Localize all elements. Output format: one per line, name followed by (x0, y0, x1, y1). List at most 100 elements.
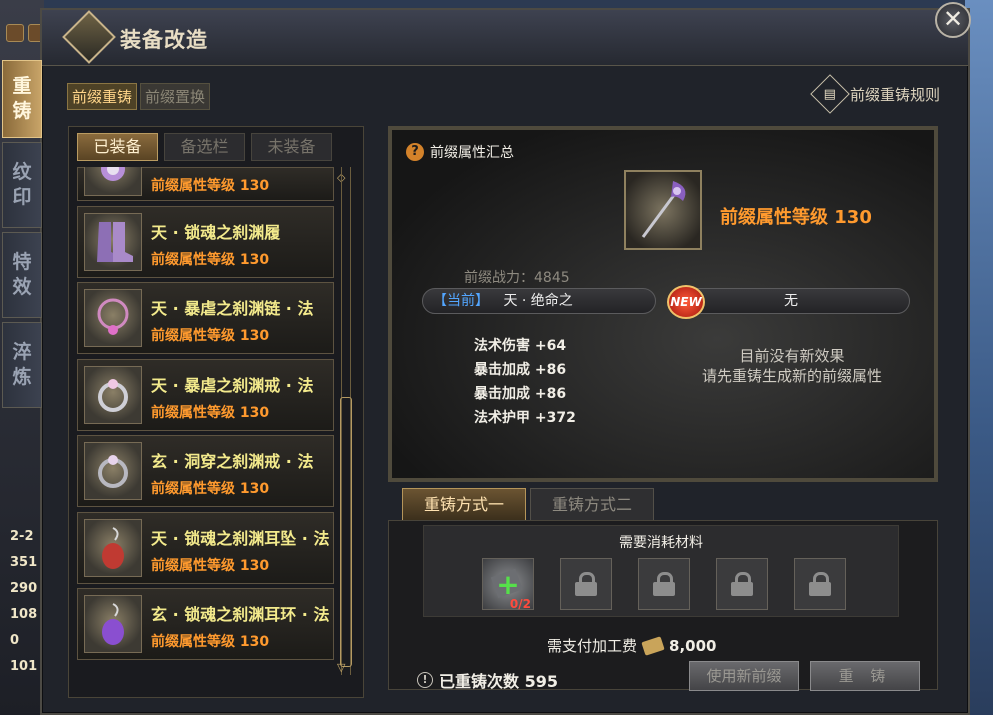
reforge-button[interactable]: 重 铸 (810, 661, 920, 691)
necklace-icon (84, 289, 142, 347)
side-tab-temper[interactable]: 淬炼 (2, 322, 42, 408)
boots-icon (84, 212, 142, 271)
hud-stat: 101 (10, 659, 38, 674)
earring-icon (84, 518, 142, 577)
hud-icon[interactable] (6, 24, 24, 42)
side-tab-label: 铸 (12, 100, 32, 122)
locked-slot[interactable] (794, 558, 846, 610)
current-prefix-value: 天 · 绝命之 (503, 293, 573, 309)
lock-icon (653, 572, 675, 596)
tab-backup[interactable]: 备选栏 (164, 133, 245, 161)
material-title: 需要消耗材料 (619, 535, 703, 551)
lock-icon (731, 572, 753, 596)
material-panel: 需要消耗材料 + 0/2 需支付加工费 8,000 ! 已重铸次数 595 使用… (388, 520, 938, 692)
scroll-down-icon[interactable]: ▽ (337, 661, 345, 674)
locked-slot[interactable] (716, 558, 768, 610)
side-tab-effect[interactable]: 特效 (2, 232, 42, 318)
tab-prefix-swap[interactable]: 前缀置换 (140, 83, 211, 110)
tab-unequipped[interactable]: 未装备 (251, 133, 332, 161)
list-scrollbar[interactable] (340, 167, 352, 675)
side-tab-label: 特 (12, 251, 32, 273)
list-item[interactable]: 前缀属性等级 130 (77, 167, 334, 201)
list-item[interactable]: 玄 · 锁魂之刹渊耳环 · 法 前缀属性等级 130 (77, 588, 334, 660)
locked-slot[interactable] (638, 558, 690, 610)
ring-icon (84, 365, 142, 424)
tab-method-two[interactable]: 重铸方式二 (530, 488, 654, 522)
prefix-power: 前缀战力：4845 (464, 270, 570, 286)
current-prefix-stats: 法术伤害 +64 暴击加成 +86 暴击加成 +86 法术护甲 +372 (474, 334, 576, 430)
item-name: 玄 · 锁魂之刹渊耳环 · 法 (151, 605, 330, 624)
side-tab-label: 印 (12, 186, 32, 208)
tab-equipped[interactable]: 已装备 (77, 133, 158, 161)
new-prefix-bar: NEW 无 (667, 285, 910, 319)
summary-title: 前缀属性汇总 (430, 145, 514, 161)
side-tab-label: 纹 (12, 161, 32, 183)
ring-icon (84, 442, 142, 500)
reforge-rules-link[interactable]: ▤ 前缀重铸规则 (810, 74, 940, 114)
close-button[interactable]: ✕ (935, 2, 971, 38)
reforge-count-text: 已重铸次数 595 (439, 672, 558, 691)
processing-fee: 需支付加工费 8,000 (547, 635, 716, 656)
item-level: 前缀属性等级 130 (151, 251, 270, 268)
no-new-effect-message: 目前没有新效果 请先重铸生成新的前缀属性 (672, 346, 912, 386)
prefix-summary-header: ? 前缀属性汇总 (406, 142, 514, 162)
currency-icon (641, 635, 665, 656)
reforge-count: ! 已重铸次数 595 (417, 668, 558, 692)
side-tab-label: 炼 (12, 366, 32, 388)
info-icon: ! (417, 672, 433, 688)
list-item[interactable]: 天 · 锁魂之刹渊履 前缀属性等级 130 (77, 205, 334, 278)
item-level: 前缀属性等级 130 (151, 328, 270, 344)
material-slot[interactable]: + 0/2 (482, 558, 534, 611)
titlebar: 装备改造 (42, 10, 968, 66)
scroll-thumb[interactable] (340, 397, 352, 667)
hud-stat: 290 (10, 581, 38, 596)
new-badge-icon: NEW (667, 285, 705, 319)
add-material-icon: + (496, 567, 520, 601)
stat-line: 暴击加成 +86 (474, 386, 567, 402)
stat-line: 暴击加成 +86 (474, 362, 567, 378)
hud-stat: 2-2 (10, 529, 34, 544)
side-tab-label: 淬 (12, 341, 32, 363)
list-item[interactable]: 玄 · 洞穿之刹渊戒 · 法 前缀属性等级 130 (77, 435, 334, 507)
current-tag: 【当前】 (433, 293, 489, 309)
item-prefix-level: 前缀属性等级 130 (720, 207, 872, 228)
use-new-prefix-button[interactable]: 使用新前缀 (689, 661, 799, 691)
document-icon: ▤ (810, 74, 850, 114)
window-title: 装备改造 (120, 28, 208, 52)
fee-amount: 8,000 (669, 636, 717, 655)
tab-method-one[interactable]: 重铸方式一 (402, 488, 526, 522)
no-effect-hint: 请先重铸生成新的前缀属性 (701, 367, 882, 385)
list-item[interactable]: 天 · 锁魂之刹渊耳坠 · 法 前缀属性等级 130 (77, 511, 334, 584)
fee-label: 需支付加工费 (547, 637, 638, 655)
item-name: 天 · 锁魂之刹渊耳坠 · 法 (151, 528, 330, 548)
equipment-list: 前缀属性等级 130 天 · 锁魂之刹渊履 前缀属性等级 130 天 · 暴虐之… (77, 167, 334, 675)
side-tab-label: 重 (12, 75, 32, 97)
side-tab-reforge[interactable]: 重铸 (2, 60, 42, 138)
item-level: 前缀属性等级 130 (151, 404, 270, 421)
item-name: 天 · 暴虐之刹渊戒 · 法 (151, 375, 314, 395)
item-level: 前缀属性等级 130 (151, 481, 270, 497)
gloves-icon (84, 167, 142, 196)
stat-line: 法术伤害 +64 (474, 338, 567, 354)
list-item[interactable]: 天 · 暴虐之刹渊链 · 法 前缀属性等级 130 (77, 282, 334, 354)
item-name: 天 · 暴虐之刹渊链 · 法 (151, 299, 314, 318)
help-icon[interactable]: ? (406, 143, 424, 161)
material-count: 0/2 (509, 597, 531, 611)
staff-icon (624, 170, 702, 250)
tab-prefix-reforge[interactable]: 前缀重铸 (67, 83, 138, 110)
item-level: 前缀属性等级 130 (151, 178, 270, 194)
list-item[interactable]: 天 · 暴虐之刹渊戒 · 法 前缀属性等级 130 (77, 358, 334, 431)
item-level: 前缀属性等级 130 (151, 557, 270, 574)
mode-tabs: 前缀重铸 前缀置换 (67, 83, 211, 110)
title-emblem-icon (62, 10, 116, 64)
new-prefix-value: 无 (784, 293, 798, 309)
lock-icon (809, 572, 831, 596)
side-tab-inscription[interactable]: 纹印 (2, 142, 42, 228)
lock-icon (575, 572, 597, 596)
item-name: 玄 · 洞穿之刹渊戒 · 法 (151, 452, 314, 471)
current-prefix-bar: 【当前】 天 · 绝命之 (422, 288, 656, 314)
reforge-method-tabs: 重铸方式一 重铸方式二 (402, 488, 654, 522)
equipment-modify-window: 装备改造 ✕ 重铸 纹印 特效 淬炼 前缀重铸 前缀置换 ▤ 前缀重铸规则 已装… (2, 2, 971, 715)
locked-slot[interactable] (560, 558, 612, 610)
no-effect-line: 目前没有新效果 (739, 347, 845, 365)
